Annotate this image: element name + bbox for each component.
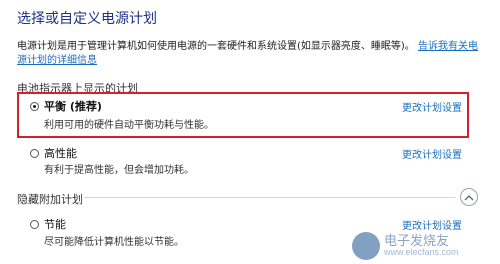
page-description: 电源计划是用于管理计算机如何使用电源的一套硬件和系统设置(如显示器亮度、睡眠等)… (17, 40, 482, 68)
hidden-plans-section-label: 隐藏附加计划 (17, 193, 83, 206)
section-divider (84, 197, 456, 198)
description-text: 电源计划是用于管理计算机如何使用电源的一套硬件和系统设置(如显示器亮度、睡眠等)… (17, 41, 415, 52)
plan-high-performance-name[interactable]: 高性能 (44, 145, 77, 161)
plan-balanced-description: 利用可用的硬件自动平衡功耗与性能。 (44, 120, 214, 131)
collapse-button[interactable] (460, 188, 478, 206)
plan-high-performance-change-link[interactable]: 更改计划设置 (402, 146, 462, 161)
watermark-url: www.elecfans.com (384, 247, 459, 257)
plan-balanced-change-link[interactable]: 更改计划设置 (402, 99, 462, 114)
plan-high-performance-description: 有利于提高性能，但会增加功耗。 (44, 165, 194, 176)
page-title: 选择或自定义电源计划 (17, 11, 157, 27)
watermark-logo-icon (352, 232, 380, 260)
plan-power-saver-radio[interactable] (30, 220, 39, 229)
plan-balanced-radio[interactable] (30, 102, 39, 111)
plan-power-saver-description: 尽可能降低计算机性能以节能。 (44, 237, 184, 248)
plan-high-performance-radio[interactable] (30, 149, 39, 158)
plan-power-saver-name[interactable]: 节能 (44, 216, 66, 232)
watermark: 电子发烧友 www.elecfans.com (352, 230, 498, 262)
chevron-up-icon (464, 194, 474, 200)
plan-balanced-name[interactable]: 平衡 (推荐) (44, 98, 102, 114)
